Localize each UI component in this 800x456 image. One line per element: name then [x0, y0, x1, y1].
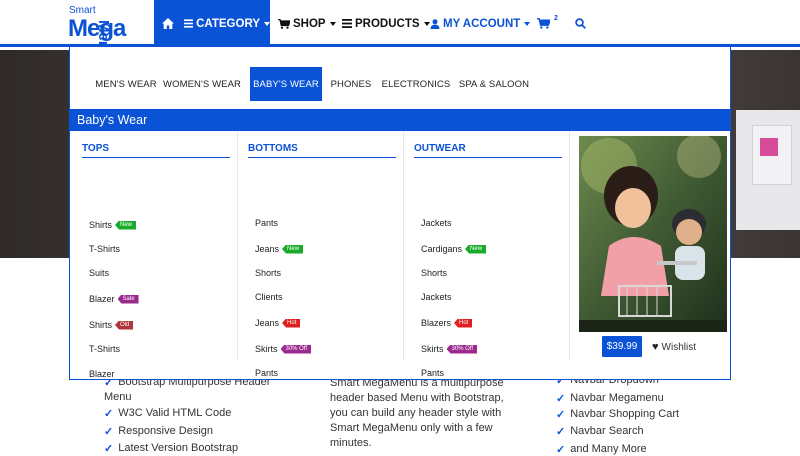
column-heading: BOTTOMS — [248, 143, 396, 158]
menu-column-outwear: OUTWEAR Jackets Cardigans New Shorts Jack… — [402, 131, 570, 378]
tab-electronics[interactable]: ELECTRONICS — [380, 67, 452, 101]
menu-link[interactable]: Pants — [255, 368, 278, 378]
section-title: Baby's Wear — [70, 109, 730, 131]
old-badge: Old — [115, 320, 134, 330]
wishlist-button[interactable]: ♥ Wishlist — [652, 337, 696, 357]
new-badge: New — [282, 244, 304, 254]
menu-column-tops: TOPS Shirts New T-Shirts Suits Blazer Sale… — [70, 131, 238, 379]
sale-badge: Sale — [117, 294, 139, 304]
top-navbar: Smart Mega Menu CATEGORY SHOP PRODUCTS M… — [0, 0, 800, 59]
mega-menu-panel: MEN'S WEAR WOMEN'S WEAR BABY'S WEAR PHON… — [69, 47, 731, 380]
menu-link[interactable]: Cardigans New — [421, 244, 487, 254]
home-icon — [161, 18, 174, 29]
price-button[interactable]: $39.99 — [602, 336, 642, 357]
nav-search[interactable] — [575, 0, 589, 47]
discount-badge: 30% Off — [446, 344, 478, 354]
nav-shop[interactable]: SHOP — [278, 0, 336, 47]
menu-link[interactable]: Jackets — [421, 292, 452, 302]
feature-item: ✓ Navbar Search — [556, 425, 644, 438]
menu-link[interactable]: T-Shirts — [89, 244, 120, 254]
nav-home[interactable] — [154, 0, 184, 47]
check-icon: ✓ — [104, 426, 114, 438]
new-badge: New — [465, 244, 487, 254]
feature-item: ✓ Latest Version Bootstrap — [104, 442, 239, 455]
menu-link[interactable]: Blazers Hot — [421, 318, 473, 328]
feature-item: ✓ Navbar Shopping Cart — [556, 408, 680, 421]
cart-count-badge: 2 — [554, 15, 558, 22]
kids-on-bike-photo — [579, 136, 727, 332]
nav-my-account[interactable]: MY ACCOUNT — [430, 0, 531, 47]
hot-badge: Hot — [282, 318, 301, 328]
feature-item: ✓ W3C Valid HTML Code — [104, 407, 232, 420]
column-heading: TOPS — [82, 143, 230, 158]
menu-link[interactable]: Blazer Sale — [89, 294, 139, 304]
tab-babys-wear[interactable]: BABY'S WEAR — [250, 67, 322, 101]
feature-item: Menu — [104, 391, 132, 403]
tab-mens-wear[interactable]: MEN'S WEAR — [90, 67, 162, 101]
hot-badge: Hot — [454, 318, 473, 328]
cart-icon — [537, 18, 550, 29]
new-badge: New — [115, 220, 137, 230]
menu-link[interactable]: Clients — [255, 292, 283, 302]
check-icon: ✓ — [556, 393, 566, 405]
tab-womens-wear[interactable]: WOMEN'S WEAR — [163, 67, 241, 101]
cart-icon — [278, 18, 290, 29]
discount-badge: 30% Off — [280, 344, 312, 354]
menu-link[interactable]: Jeans New — [255, 244, 304, 254]
check-icon: ✓ — [556, 444, 566, 456]
menu-link[interactable]: Jackets — [421, 218, 452, 228]
feature-item: ✓ Navbar Megamenu — [556, 392, 664, 405]
menu-link[interactable]: Shirts New — [89, 220, 137, 230]
bars-icon — [342, 19, 352, 28]
check-icon: ✓ — [104, 408, 114, 420]
hero-device-accent — [760, 138, 778, 156]
features-description: Smart MegaMenu is a multipurpose header … — [330, 377, 504, 449]
feature-item: ✓ and Many More — [556, 443, 647, 456]
menu-link[interactable]: Suits — [89, 268, 109, 278]
nav-products[interactable]: PRODUCTS — [342, 0, 430, 47]
caret-down-icon — [524, 21, 531, 26]
menu-link[interactable]: Shirts Old — [89, 320, 134, 330]
nav-cart[interactable]: 2 — [537, 0, 558, 47]
tab-spa-saloon[interactable]: SPA & SALOON — [457, 67, 531, 101]
bars-icon — [184, 19, 194, 28]
menu-link[interactable]: T-Shirts — [89, 344, 120, 354]
caret-down-icon — [264, 21, 270, 26]
promo-image[interactable] — [579, 136, 727, 332]
menu-link[interactable]: Blazer — [89, 369, 115, 379]
nav-category[interactable]: CATEGORY — [184, 0, 270, 47]
menu-link[interactable]: Shorts — [421, 268, 447, 278]
caret-down-icon — [329, 21, 336, 26]
check-icon: ✓ — [556, 426, 566, 438]
menu-link[interactable]: Pants — [255, 218, 278, 228]
search-icon — [575, 18, 586, 29]
menu-link[interactable]: Skirts 30% Off — [255, 344, 312, 354]
brand-logo[interactable]: Smart Mega Menu — [68, 4, 148, 59]
category-tabs: MEN'S WEAR WOMEN'S WEAR BABY'S WEAR PHON… — [70, 47, 730, 109]
menu-link[interactable]: Skirts 30% Off — [421, 344, 478, 354]
menu-link[interactable]: Shorts — [255, 268, 281, 278]
check-icon: ✓ — [104, 443, 114, 455]
menu-column-bottoms: BOTTOMS Pants Jeans New Shorts Clients Je… — [236, 131, 404, 378]
feature-item: ✓ Responsive Design — [104, 425, 213, 438]
caret-down-icon — [423, 21, 430, 26]
menu-link[interactable]: Jeans Hot — [255, 318, 301, 328]
tab-phones[interactable]: PHONES — [327, 67, 375, 101]
check-icon: ✓ — [556, 409, 566, 421]
menu-link[interactable]: Pants — [421, 368, 444, 378]
user-icon — [430, 18, 440, 29]
heart-icon: ♥ — [652, 341, 659, 353]
column-heading: OUTWEAR — [414, 143, 562, 158]
